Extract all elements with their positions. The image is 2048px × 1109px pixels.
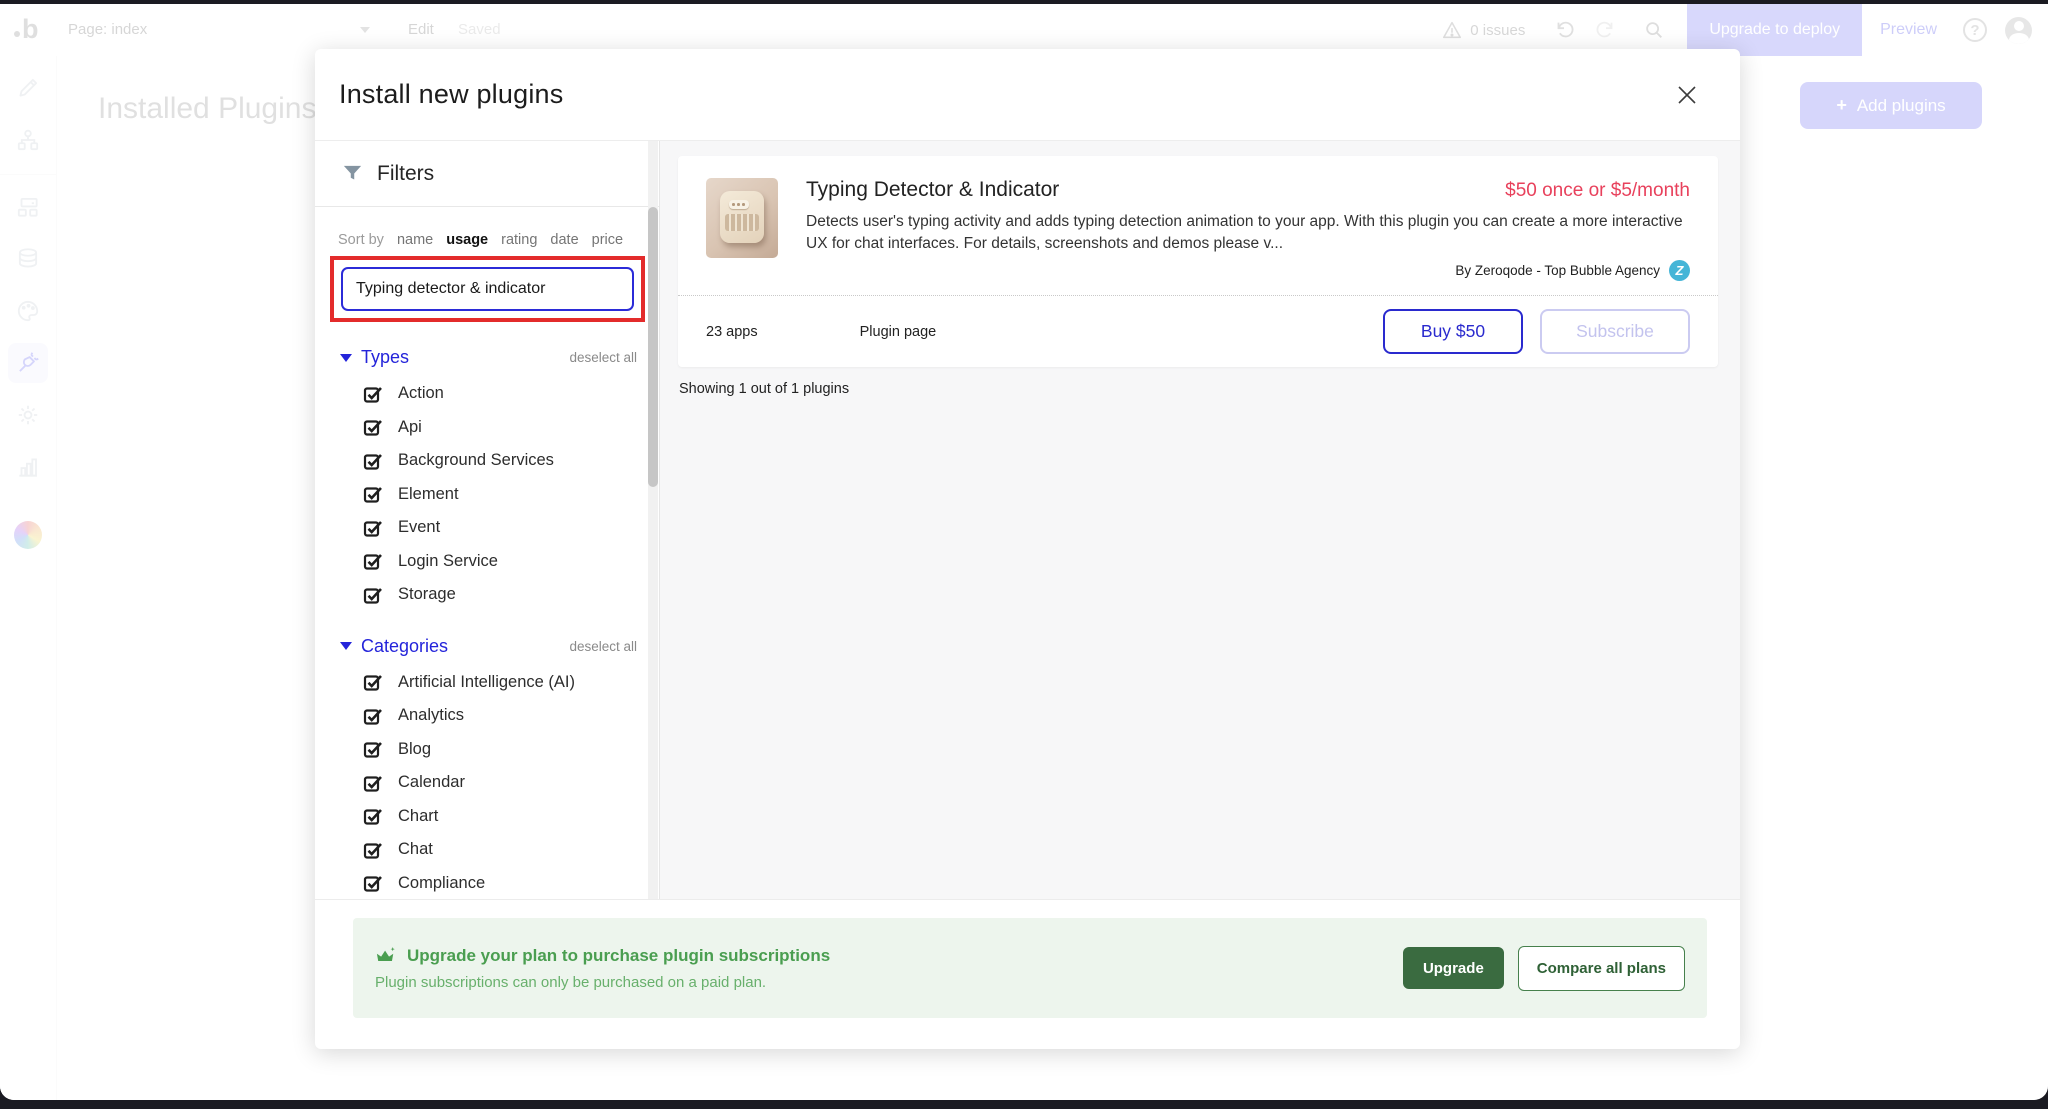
checkbox-checked-icon	[363, 554, 382, 570]
type-filter-row[interactable]: Element	[315, 478, 659, 512]
checkbox-checked-icon	[363, 675, 382, 691]
checkbox-checked-icon	[363, 876, 382, 892]
types-deselect-all[interactable]: deselect all	[569, 350, 637, 365]
category-filter-row[interactable]: Compliance	[315, 867, 659, 900]
upgrade-button[interactable]: Upgrade	[1402, 947, 1504, 989]
install-plugins-modal: Install new plugins Filters Sort by name	[315, 49, 1740, 1049]
buy-button[interactable]: Buy $50	[1383, 309, 1523, 354]
sort-option[interactable]: date	[550, 232, 578, 248]
upgrade-banner: Upgrade your plan to purchase plugin sub…	[353, 918, 1707, 1018]
category-filter-label: Artificial Intelligence (AI)	[398, 672, 575, 691]
types-toggle[interactable]: Types	[340, 347, 409, 368]
category-filter-row[interactable]: Chart	[315, 800, 659, 834]
type-filter-label: Element	[398, 484, 459, 503]
filters-header: Filters	[315, 141, 659, 207]
checkbox-checked-icon	[363, 587, 382, 604]
filters-title: Filters	[377, 161, 435, 185]
checkbox-checked-icon	[363, 420, 382, 436]
category-filter-row[interactable]: Analytics	[315, 699, 659, 733]
subscribe-button[interactable]: Subscribe	[1540, 309, 1690, 354]
compare-all-plans-button[interactable]: Compare all plans	[1517, 945, 1685, 991]
type-filter-label: Event	[398, 518, 441, 537]
zeroqode-badge-icon: Z	[1669, 260, 1690, 281]
plugin-icon	[706, 178, 778, 258]
sort-by-label: Sort by	[338, 232, 384, 248]
checkbox-checked-icon	[363, 775, 382, 792]
type-filter-label: Background Services	[398, 451, 554, 470]
checkbox-checked-icon	[363, 386, 382, 403]
plugin-card-footer: 23 apps Plugin page Buy $50 Subscribe	[678, 295, 1718, 367]
filter-funnel-icon	[343, 165, 362, 180]
checkbox-checked-icon	[363, 453, 382, 470]
category-filter-label: Compliance	[398, 873, 486, 892]
plugin-name: Typing Detector & Indicator	[806, 178, 1060, 201]
sort-option[interactable]: price	[592, 232, 623, 248]
plugin-page-link[interactable]: Plugin page	[860, 324, 937, 340]
plugin-price: $50 once or $5/month	[1505, 180, 1690, 201]
checkbox-checked-icon	[363, 742, 382, 758]
categories-list: Artificial Intelligence (AI) Analytics B…	[315, 666, 659, 900]
category-filter-label: Chat	[398, 840, 433, 859]
type-filter-label: Action	[398, 384, 444, 403]
collapse-triangle-icon	[340, 642, 352, 650]
plugin-description: Detects user's typing activity and adds …	[806, 213, 1683, 252]
type-filter-row[interactable]: Storage	[315, 578, 659, 612]
filters-panel: Filters Sort by name usage rating date p…	[315, 141, 660, 899]
sort-option[interactable]: name	[397, 232, 433, 248]
category-filter-row[interactable]: Calendar	[315, 766, 659, 800]
modal-bottom-section: Upgrade your plan to purchase plugin sub…	[315, 899, 1740, 1049]
type-filter-row[interactable]: Api	[315, 411, 659, 445]
types-list: Action Api Background Services Element E…	[315, 377, 659, 612]
type-filter-label: Api	[398, 417, 422, 436]
sort-option[interactable]: usage	[446, 232, 488, 248]
plugin-author[interactable]: By Zeroqode - Top Bubble Agency	[1455, 263, 1660, 278]
checkbox-checked-icon	[363, 708, 382, 725]
category-filter-row[interactable]: Artificial Intelligence (AI)	[315, 666, 659, 700]
categories-deselect-all[interactable]: deselect all	[569, 639, 637, 654]
categories-section-header: Categories deselect all	[315, 636, 659, 657]
plugin-results-panel: Typing Detector & Indicator $50 once or …	[660, 141, 1740, 899]
modal-header: Install new plugins	[315, 49, 1740, 141]
apps-count: 23 apps	[706, 323, 758, 340]
checkbox-checked-icon	[363, 487, 382, 503]
plugin-card: Typing Detector & Indicator $50 once or …	[678, 156, 1718, 367]
close-icon[interactable]	[1674, 82, 1700, 108]
type-filter-row[interactable]: Login Service	[315, 545, 659, 579]
category-filter-label: Calendar	[398, 773, 465, 792]
category-filter-label: Blog	[398, 739, 432, 758]
category-filter-label: Chart	[398, 806, 439, 825]
results-summary: Showing 1 out of 1 plugins	[679, 381, 850, 397]
categories-toggle[interactable]: Categories	[340, 636, 448, 657]
app-window: b Page: index Edit Saved 0 issues	[0, 4, 2048, 1100]
crown-icon	[376, 947, 395, 962]
category-filter-row[interactable]: Blog	[315, 733, 659, 767]
type-filter-row[interactable]: Background Services	[315, 444, 659, 478]
checkbox-checked-icon	[363, 842, 382, 859]
category-filter-label: Analytics	[398, 706, 465, 725]
sort-option[interactable]: rating	[501, 232, 537, 248]
checkbox-checked-icon	[363, 520, 382, 537]
annotation-highlight-box	[330, 256, 645, 322]
type-filter-label: Login Service	[398, 551, 498, 570]
category-filter-row[interactable]: Chat	[315, 833, 659, 867]
checkbox-checked-icon	[363, 809, 382, 825]
modal-title: Install new plugins	[339, 79, 564, 109]
sort-row: Sort by name usage rating date price	[338, 232, 659, 248]
collapse-triangle-icon	[340, 353, 352, 362]
banner-title: Upgrade your plan to purchase plugin sub…	[407, 946, 831, 965]
type-filter-row[interactable]: Event	[315, 511, 659, 545]
plugin-search-input[interactable]	[341, 267, 634, 311]
filters-scrollbar-thumb[interactable]	[648, 207, 658, 487]
banner-subtitle: Plugin subscriptions can only be purchas…	[375, 974, 767, 991]
type-filter-label: Storage	[398, 585, 456, 604]
types-section-header: Types deselect all	[315, 347, 659, 368]
type-filter-row[interactable]: Action	[315, 377, 659, 411]
